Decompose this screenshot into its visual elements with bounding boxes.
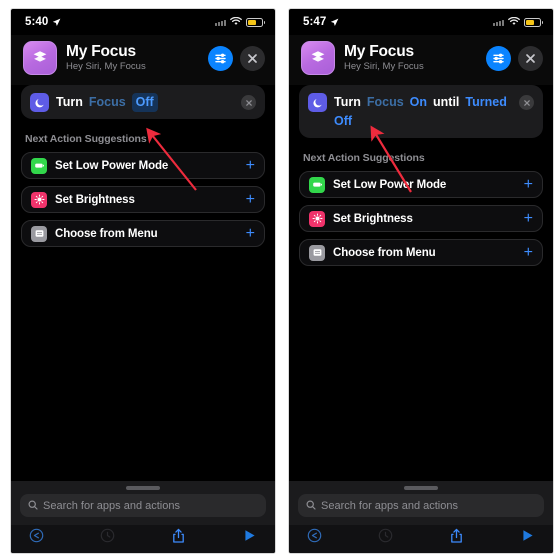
battery-icon (31, 157, 47, 174)
action-parameter-state[interactable]: On (410, 93, 427, 112)
status-bar-time-group: 5:47 (303, 16, 339, 28)
shortcut-header: My Focus Hey Siri, My Focus (289, 35, 553, 85)
share-button[interactable] (171, 528, 186, 549)
sheet-grabber[interactable] (404, 486, 438, 490)
status-bar-time-group: 5:40 (25, 16, 61, 28)
action-token: Turn (56, 95, 83, 109)
screenshot-stage: 5:40 My Focus Hey Siri, My Focus Turn Fo… (0, 0, 560, 560)
run-button[interactable] (520, 528, 535, 548)
siri-phrase-subtitle: Hey Siri, My Focus (344, 61, 424, 72)
action-card-turn-focus[interactable]: Turn Focus Off (21, 85, 265, 119)
status-time: 5:47 (303, 16, 327, 28)
status-bar-indicators (493, 13, 543, 31)
add-action-button[interactable]: + (524, 176, 533, 193)
history-button[interactable] (378, 528, 393, 548)
page-title: My Focus (344, 43, 414, 60)
suggestion-row-choose-menu[interactable]: Choose from Menu + (21, 220, 265, 247)
action-parameter-focus[interactable]: Focus (367, 93, 404, 112)
action-parameter-until-1[interactable]: Turned (465, 93, 506, 112)
bottom-sheet: Search for apps and actions (289, 481, 553, 553)
suggestion-row-brightness[interactable]: Set Brightness + (299, 205, 543, 232)
share-button[interactable] (449, 528, 464, 549)
shortcut-settings-button[interactable] (208, 45, 233, 71)
location-arrow-icon (52, 18, 61, 27)
suggestions-heading: Next Action Suggestions (25, 133, 147, 145)
siri-phrase-subtitle: Hey Siri, My Focus (66, 61, 146, 72)
suggestion-label: Set Low Power Mode (55, 159, 169, 172)
undo-button[interactable] (307, 528, 322, 548)
moon-focus-icon (308, 93, 327, 112)
wifi-icon (230, 13, 242, 31)
brightness-icon (309, 210, 325, 227)
action-parameter-focus[interactable]: Focus (89, 93, 126, 112)
action-token-row: Turn Focus On until Turned Off (334, 92, 515, 131)
suggestions-heading: Next Action Suggestions (303, 152, 425, 164)
shortcuts-stack-icon (23, 41, 57, 75)
history-button[interactable] (100, 528, 115, 548)
moon-focus-icon (30, 93, 49, 112)
cellular-signal-icon (215, 18, 226, 26)
add-action-button[interactable]: + (524, 244, 533, 261)
action-token: Turn (334, 95, 361, 109)
suggestion-row-choose-menu[interactable]: Choose from Menu + (299, 239, 543, 266)
sheet-grabber[interactable] (126, 486, 160, 490)
menu-list-icon (31, 225, 47, 242)
add-action-button[interactable]: + (524, 210, 533, 227)
action-token-row: Turn Focus Off (56, 92, 237, 112)
action-parameter-state[interactable]: Off (131, 93, 158, 112)
shortcut-settings-button[interactable] (486, 45, 511, 71)
phone-screenshot-right: 5:47 My Focus Hey Siri, My Focus Turn Fo… (288, 8, 554, 554)
location-arrow-icon (330, 18, 339, 27)
action-parameter-until-2[interactable]: Off (334, 112, 352, 131)
page-title: My Focus (66, 43, 136, 60)
search-icon (306, 497, 316, 515)
shortcut-editor-body: Turn Focus On until Turned Off Next Acti… (289, 85, 553, 266)
suggestion-label: Set Brightness (333, 212, 413, 225)
phone-screenshot-left: 5:40 My Focus Hey Siri, My Focus Turn Fo… (10, 8, 276, 554)
undo-button[interactable] (29, 528, 44, 548)
add-action-button[interactable]: + (246, 225, 255, 242)
run-button[interactable] (242, 528, 257, 548)
suggestion-row-low-power[interactable]: Set Low Power Mode + (299, 171, 543, 198)
action-token: until (433, 95, 460, 109)
close-button[interactable] (240, 45, 265, 71)
brightness-icon (31, 191, 47, 208)
battery-low-power-icon (246, 17, 265, 27)
suggestion-label: Set Brightness (55, 193, 135, 206)
battery-low-power-icon (524, 17, 543, 27)
suggestion-row-low-power[interactable]: Set Low Power Mode + (21, 152, 265, 179)
search-placeholder: Search for apps and actions (43, 499, 180, 512)
battery-icon (309, 176, 325, 193)
delete-action-icon[interactable] (241, 95, 256, 110)
cellular-signal-icon (493, 18, 504, 26)
search-icon (28, 497, 38, 515)
add-action-button[interactable]: + (246, 191, 255, 208)
delete-action-icon[interactable] (519, 95, 534, 110)
suggestion-label: Choose from Menu (333, 246, 436, 259)
status-bar: 5:47 (289, 9, 553, 35)
shortcuts-stack-icon (301, 41, 335, 75)
bottom-sheet: Search for apps and actions (11, 481, 275, 553)
close-button[interactable] (518, 45, 543, 71)
editor-toolbar (11, 525, 275, 553)
suggestion-label: Choose from Menu (55, 227, 158, 240)
search-input[interactable]: Search for apps and actions (20, 494, 266, 517)
shortcut-header: My Focus Hey Siri, My Focus (11, 35, 275, 85)
status-time: 5:40 (25, 16, 49, 28)
suggestion-row-brightness[interactable]: Set Brightness + (21, 186, 265, 213)
status-bar: 5:40 (11, 9, 275, 35)
shortcut-editor-body: Turn Focus Off Next Action Suggestions S… (11, 85, 275, 247)
shortcut-title-group: My Focus Hey Siri, My Focus (66, 43, 208, 73)
editor-toolbar (289, 525, 553, 553)
suggestion-label: Set Low Power Mode (333, 178, 447, 191)
add-action-button[interactable]: + (246, 157, 255, 174)
menu-list-icon (309, 244, 325, 261)
action-card-turn-focus[interactable]: Turn Focus On until Turned Off (299, 85, 543, 138)
search-placeholder: Search for apps and actions (321, 499, 458, 512)
status-bar-indicators (215, 13, 265, 31)
shortcut-title-group: My Focus Hey Siri, My Focus (344, 43, 486, 73)
search-input[interactable]: Search for apps and actions (298, 494, 544, 517)
wifi-icon (508, 13, 520, 31)
